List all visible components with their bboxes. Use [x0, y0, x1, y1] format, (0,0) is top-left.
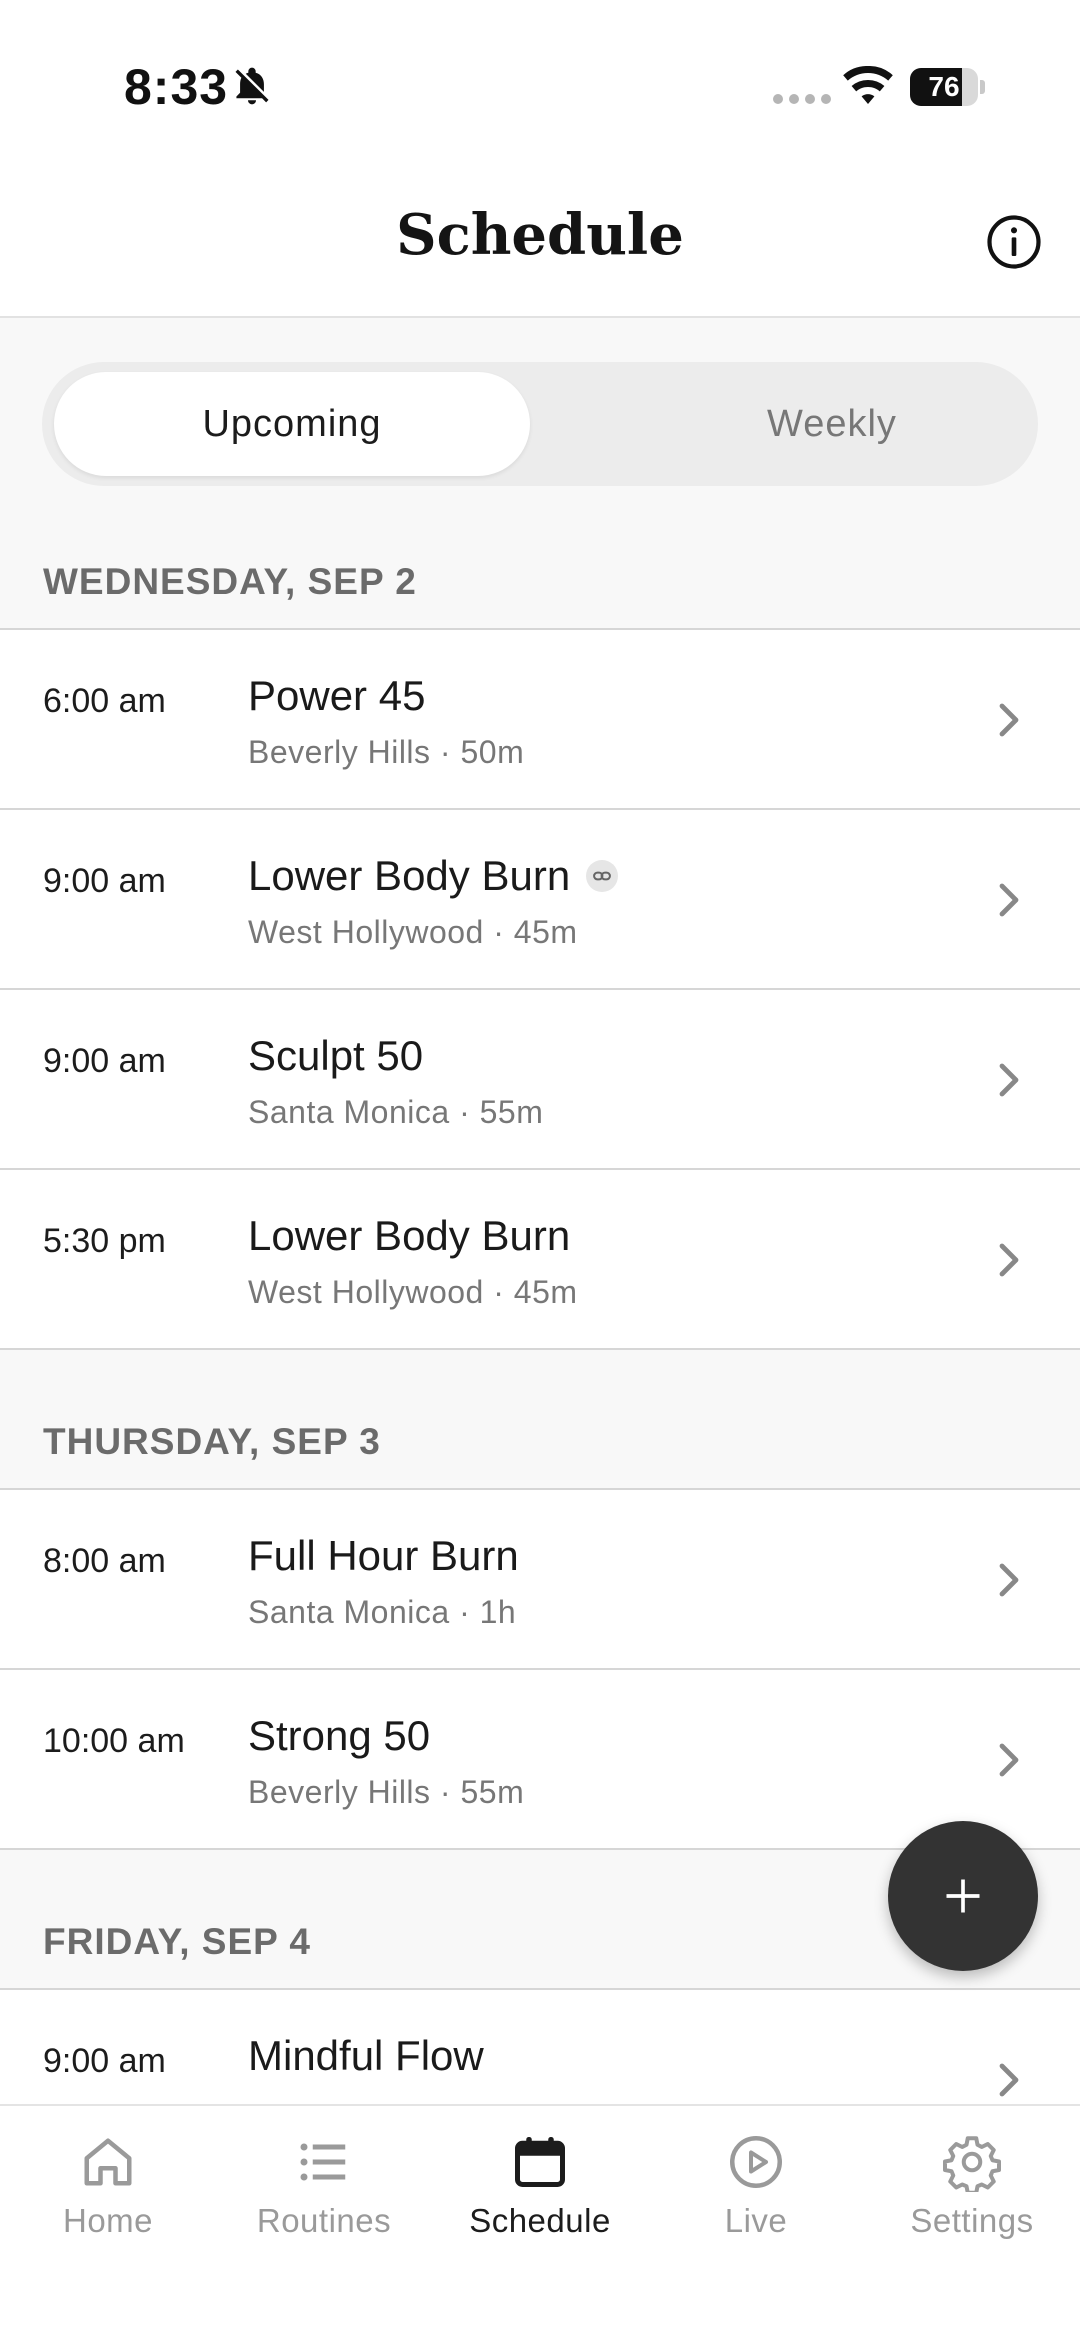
class-row[interactable]: 5:30 pm Lower Body Burn West Hollywood · 4… — [0, 1170, 1080, 1350]
class-title: Power 45 — [248, 672, 425, 720]
class-title-text: Power 45 — [248, 672, 426, 719]
chevron-right-icon — [999, 703, 1019, 737]
calendar-icon — [515, 2137, 565, 2187]
status-time: 8:33 — [124, 59, 229, 115]
list-icon — [300, 2143, 346, 2181]
class-subtitle: West Hollywood · 45m — [248, 1274, 578, 1310]
play-circle-icon — [730, 2136, 782, 2188]
battery-percent: 76 — [928, 71, 960, 102]
header: Schedule — [0, 150, 1080, 318]
plus-icon — [946, 1879, 980, 1913]
day-spacer — [0, 1350, 1080, 1400]
chevron-right-icon — [999, 2063, 1019, 2097]
tab-upcoming[interactable]: Upcoming — [54, 372, 530, 476]
class-title-text: Full Hour Burn — [248, 1532, 519, 1579]
status-bar: 8:33 76 — [0, 0, 1080, 150]
class-title: Mindful Flow — [248, 2032, 484, 2080]
chevron-right-icon — [999, 1063, 1019, 1097]
class-row[interactable]: 10:00 am Strong 50 Beverly Hills · 55m — [0, 1670, 1080, 1850]
class-title: Strong 50 — [248, 1712, 430, 1760]
screen: 8:33 76 Schedule Upcoming Weekly WEDNESD… — [0, 0, 1080, 2348]
class-time: 8:00 am — [43, 1542, 166, 1580]
class-subtitle: West Hollywood · 45m — [248, 914, 578, 950]
class-time: 9:00 am — [43, 1042, 166, 1080]
class-title-text: Lower Body Burn — [248, 852, 571, 899]
class-row[interactable]: 6:00 am Power 45 Beverly Hills · 50m — [0, 630, 1080, 810]
class-time: 9:00 am — [43, 862, 166, 900]
tab-schedule[interactable]: Schedule — [432, 2132, 648, 2240]
cellular-signal-icon — [773, 94, 831, 104]
home-icon — [84, 2138, 132, 2186]
class-row[interactable]: 8:00 am Full Hour Burn Santa Monica · 1h — [0, 1490, 1080, 1670]
wifi-icon — [843, 66, 893, 104]
chevron-right-icon — [999, 883, 1019, 917]
class-title-text: Strong 50 — [248, 1712, 431, 1759]
class-title-text: Mindful Flow — [248, 2032, 484, 2079]
class-title-text: Sculpt 50 — [248, 1032, 424, 1079]
tab-bar: Home Routines Schedule Live Settings — [0, 2104, 1080, 2348]
page-title: Schedule — [396, 202, 684, 268]
class-title: Full Hour Burn — [248, 1532, 519, 1580]
class-subtitle: Santa Monica · 1h — [248, 1594, 517, 1630]
tab-live[interactable]: Live — [648, 2132, 864, 2240]
class-row[interactable]: 9:00 am Lower Body Burn West Hollywood · 4… — [0, 810, 1080, 990]
segmented-control: Upcoming Weekly — [42, 362, 1038, 486]
day-header: WEDNESDAY, SEP 2 — [0, 540, 1080, 630]
tab-schedule-label: Schedule — [469, 2202, 611, 2239]
class-time: 5:30 pm — [43, 1222, 166, 1260]
info-icon[interactable] — [986, 214, 1042, 270]
chevron-right-icon — [999, 1243, 1019, 1277]
tab-routines-label: Routines — [256, 2202, 392, 2239]
battery-icon: 76 — [910, 68, 985, 106]
bell-off-icon — [235, 67, 269, 105]
class-title: Lower Body Burn — [248, 1212, 570, 1260]
tab-routines[interactable]: Routines — [216, 2132, 432, 2240]
class-title: Lower Body Burn — [248, 852, 619, 900]
tab-home-label: Home — [62, 2202, 154, 2239]
chevron-right-icon — [999, 1743, 1019, 1777]
day-header: THURSDAY, SEP 3 — [0, 1400, 1080, 1490]
tab-settings[interactable]: Settings — [864, 2132, 1080, 2240]
class-time: 6:00 am — [43, 682, 166, 720]
class-subtitle: Santa Monica · 55m — [248, 1094, 544, 1130]
class-subtitle: Beverly Hills · 55m — [248, 1774, 525, 1810]
gear-icon — [943, 2136, 1001, 2192]
class-time: 9:00 am — [43, 2042, 166, 2080]
class-time: 10:00 am — [43, 1722, 185, 1760]
class-title: Sculpt 50 — [248, 1032, 423, 1080]
tab-home[interactable]: Home — [0, 2132, 216, 2240]
chevron-right-icon — [999, 1563, 1019, 1597]
tab-settings-label: Settings — [910, 2202, 1034, 2239]
class-title-text: Lower Body Burn — [248, 1212, 571, 1259]
add-button[interactable] — [888, 1821, 1038, 1971]
class-subtitle: Beverly Hills · 50m — [248, 734, 525, 770]
tab-weekly[interactable]: Weekly — [594, 372, 1070, 476]
link-icon — [586, 860, 619, 892]
class-row[interactable]: 9:00 am Sculpt 50 Santa Monica · 55m — [0, 990, 1080, 1170]
tab-live-label: Live — [724, 2202, 788, 2239]
